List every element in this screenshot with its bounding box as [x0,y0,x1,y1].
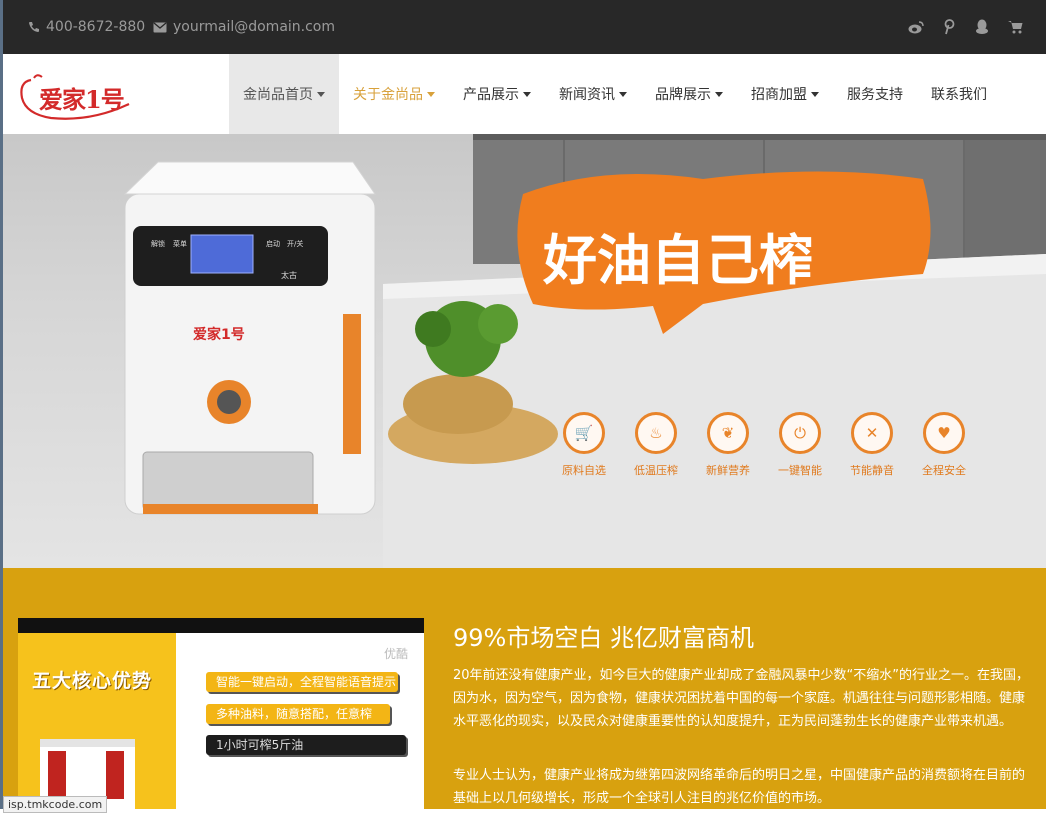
nav-item[interactable]: 产品展示 [449,54,545,134]
caret-down-icon [811,91,819,97]
hero-banner[interactable]: 解锁 菜单 启动 开/关 太古 爱家1号 好油自己榨 🛒 原料自选 ♨ 低温压榨 ❦ 新鲜… [3,134,1046,568]
thermometer-icon: ♨ [635,412,677,454]
basket-icon: 🛒 [563,412,605,454]
intro-paragraph: 20年前还没有健康产业，如今巨大的健康产业却成了金融风暴中少数“不缩水”的行业之… [453,668,1030,729]
promo-tag: 优酷 [383,647,408,661]
nav-item-label: 产品展示 [463,87,519,103]
caret-down-icon [317,91,325,97]
nav-item[interactable]: 服务支持 [833,54,917,134]
svg-text:太古: 太古 [281,270,297,280]
nav-item[interactable]: 新闻资讯 [545,54,641,134]
intro-paragraph: 专业人士认为，健康产业将成为继第四波网络革命后的明日之星，中国健康产品的消费额将… [453,768,1026,806]
qq-icon[interactable] [973,18,991,36]
feature-label: 原料自选 [562,464,606,477]
feature-label: 一键智能 [778,464,822,477]
promo-left-panel [18,633,176,809]
nav-item-label: 招商加盟 [751,87,807,103]
phone-number: 400-8672-880 [46,19,146,35]
nav-item-label: 金尚品首页 [243,87,313,103]
feature-item: ♥ 全程安全 [915,412,973,478]
svg-text:爱家1号: 爱家1号 [193,326,245,343]
feature-label: 低温压榨 [634,464,678,477]
nav-item-label: 品牌展示 [655,87,711,103]
svg-text:启动: 启动 [266,239,280,248]
phone-contact[interactable]: 400-8672-880 [28,19,145,35]
nav-item[interactable]: 关于金尚品 [339,54,449,134]
nav-item[interactable]: 联系我们 [917,54,1001,134]
caret-down-icon [523,91,531,97]
nav-item[interactable]: 招商加盟 [737,54,833,134]
banner-slogan: 好油自己榨 [542,229,813,292]
leaf-icon: ❦ [707,412,749,454]
social-links [907,18,1024,36]
promo-pill: 智能一键启动，全程智能语音提示 [206,672,398,692]
power-icon: ⏻ [779,412,821,454]
promo-video[interactable]: 五大核心优势 优酷 智能一键启动，全程智能语音提示 多种油料，随意搭配，任意榨 … [18,618,424,809]
nav-item-label: 服务支持 [847,87,903,103]
svg-text:开/关: 开/关 [287,239,303,248]
feature-item: ✕ 节能静音 [843,412,901,478]
feature-item: ♨ 低温压榨 [627,412,685,478]
section-heading: 99%市场空白 兆亿财富商机 [453,624,754,652]
caret-down-icon [427,91,435,97]
svg-text:解锁: 解锁 [151,239,165,248]
promo-pill: 多种油料，随意搭配，任意榨 [206,704,390,724]
mute-icon: ✕ [851,412,893,454]
email-contact[interactable]: yourmail@domain.com [153,19,335,35]
svg-text:菜单: 菜单 [173,239,187,248]
machine-thumbnail [40,739,135,809]
caret-down-icon [715,91,723,97]
video-topbar [18,618,424,633]
email-address: yourmail@domain.com [173,19,336,35]
feature-label: 新鲜营养 [706,464,750,477]
cart-icon[interactable] [1006,18,1024,36]
status-bar-url: isp.tmkcode.com [3,796,108,813]
feature-label: 节能静音 [850,464,894,477]
feature-item: ⏻ 一键智能 [771,412,829,478]
nav-item-label: 关于金尚品 [353,87,423,103]
envelope-icon [153,22,167,32]
pinterest-icon[interactable] [940,18,958,36]
weibo-icon[interactable] [907,18,925,36]
intro-section: 五大核心优势 优酷 智能一键启动，全程智能语音提示 多种油料，随意搭配，任意榨 … [3,568,1046,809]
window-edge [0,0,3,809]
site-header: 爱家1号 金尚品首页 关于金尚品 产品展示 新闻资讯 品牌展示 招商加盟 服务支持 联系我们 [3,54,1046,134]
caret-down-icon [619,91,627,97]
heart-icon: ♥ [923,412,965,454]
nav-item[interactable]: 品牌展示 [641,54,737,134]
logo-text: 爱家1号 [39,85,125,114]
phone-icon [29,22,39,32]
site-logo[interactable]: 爱家1号 [17,64,137,124]
nav-item-label: 联系我们 [931,87,987,103]
promo-pill: 1小时可榨5斤油 [206,735,406,755]
main-nav: 金尚品首页 关于金尚品 产品展示 新闻资讯 品牌展示 招商加盟 服务支持 联系我们 [229,54,1001,134]
feature-label: 全程安全 [922,464,966,477]
feature-list: 🛒 原料自选 ♨ 低温压榨 ❦ 新鲜营养 ⏻ 一键智能 ✕ 节能静音 ♥ 全程安全 [555,412,973,478]
nav-item-label: 新闻资讯 [559,87,615,103]
feature-item: 🛒 原料自选 [555,412,613,478]
promo-title: 五大核心优势 [32,670,153,692]
feature-item: ❦ 新鲜营养 [699,412,757,478]
nav-item[interactable]: 金尚品首页 [229,54,339,134]
banner-graphic: 解锁 菜单 启动 开/关 太古 爱家1号 好油自己榨 [123,134,1046,568]
top-bar: 400-8672-880 yourmail@domain.com [0,0,1046,54]
